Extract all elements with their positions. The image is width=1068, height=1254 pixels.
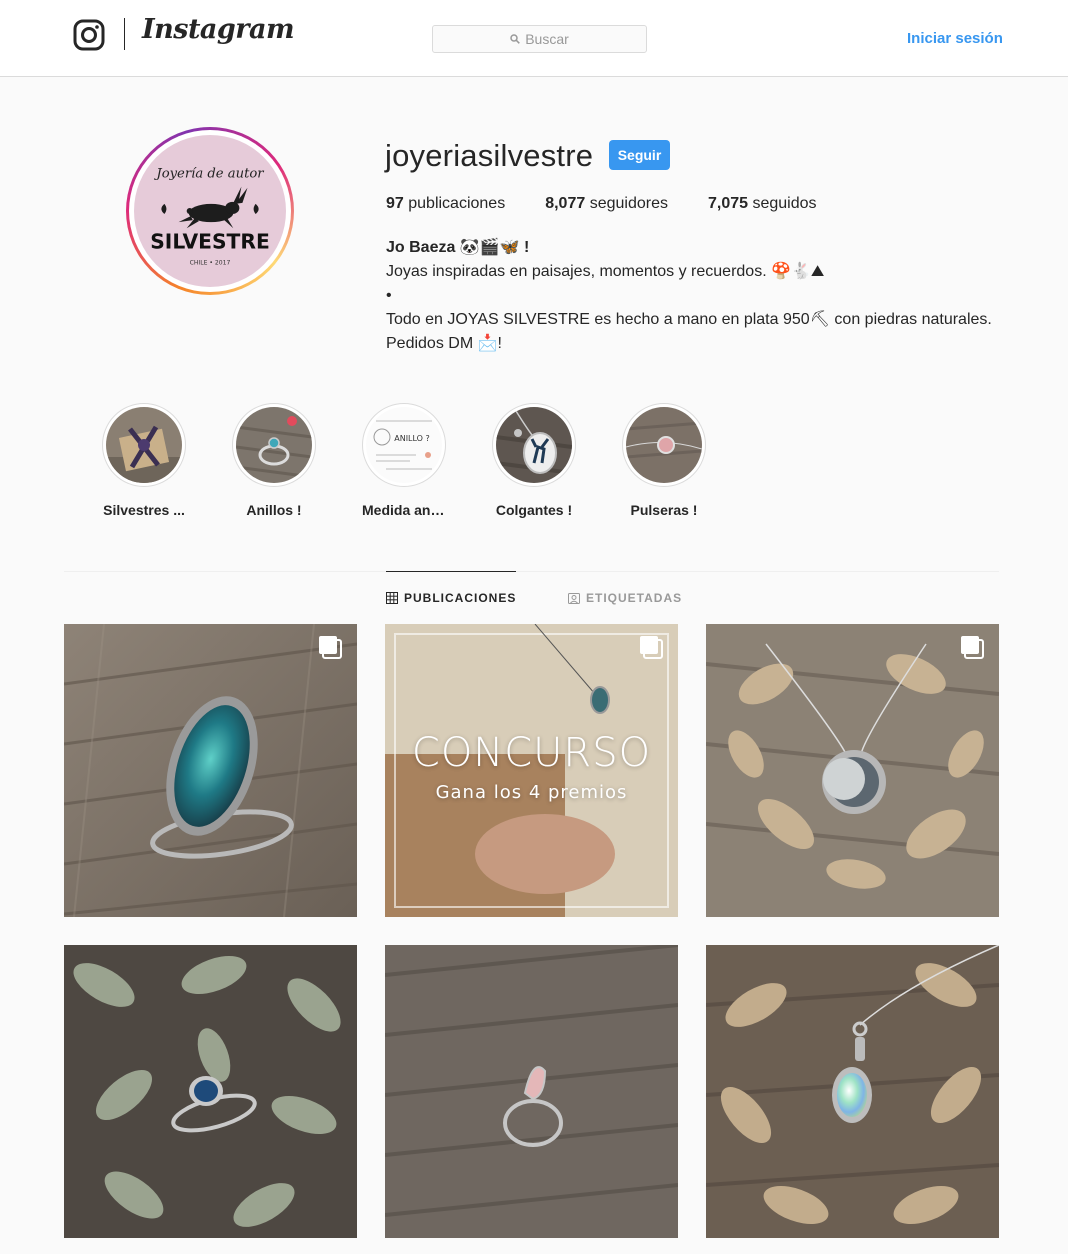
tagged-user-icon <box>568 592 580 604</box>
highlight-ring: ANILLO ? <box>362 403 446 487</box>
post-image <box>385 945 678 1238</box>
search-icon <box>510 34 521 44</box>
post-image <box>706 945 999 1238</box>
post-thumbnail[interactable]: CONCURSO Gana los 4 premios <box>385 624 678 917</box>
following-stat[interactable]: 7,075 seguidos <box>708 195 817 213</box>
bio-name: Jo Baeza 🐼🎬🦋 ! <box>386 239 530 256</box>
highlight-medida-heading: ANILLO ? <box>394 434 430 443</box>
tab-etiquetadas-label: ETIQUETADAS <box>586 590 683 605</box>
highlight-ring <box>492 403 576 487</box>
post-thumbnail[interactable] <box>385 945 678 1238</box>
search-placeholder: Buscar <box>525 31 569 47</box>
bio-line: • <box>386 287 392 304</box>
highlight-label: Medida anil... <box>362 502 446 518</box>
highlight-item[interactable]: Pulseras ! <box>622 403 706 518</box>
highlight-label: Pulseras ! <box>630 502 698 518</box>
highlight-ring <box>622 403 706 487</box>
instagram-logo-icon[interactable] <box>73 19 105 51</box>
followers-count: 8,077 <box>545 195 586 212</box>
post-thumbnail[interactable] <box>64 945 357 1238</box>
posts-count: 97 <box>386 195 404 212</box>
post-image <box>64 624 357 917</box>
bio-line: Joyas inspiradas en paisajes, momentos y… <box>386 263 825 280</box>
search-input[interactable]: Buscar <box>432 25 647 53</box>
profile-stats: 97 publicaciones 8,077 seguidores 7,075 … <box>386 195 817 213</box>
login-link[interactable]: Iniciar sesión <box>907 30 1003 47</box>
tab-publicaciones[interactable]: PUBLICACIONES <box>386 571 517 624</box>
avatar-border: Joyería de autor SILVESTRE CHILE • 2017 <box>129 130 291 292</box>
profile-avatar[interactable]: Joyería de autor SILVESTRE CHILE • 2017 <box>126 127 294 295</box>
avatar-image: Joyería de autor SILVESTRE CHILE • 2017 <box>134 135 286 287</box>
highlight-thumbnail <box>626 407 702 483</box>
nav-divider <box>124 18 125 50</box>
highlight-thumbnail <box>496 407 572 483</box>
profile-bio: Jo Baeza 🐼🎬🦋 ! Joyas inspiradas en paisa… <box>386 236 1006 356</box>
bio-line: Pedidos DM 📩! <box>386 335 502 352</box>
highlight-item[interactable]: Colgantes ! <box>492 403 576 518</box>
highlight-thumbnail <box>236 407 312 483</box>
posts-stat: 97 publicaciones <box>386 195 505 213</box>
highlight-item[interactable]: ANILLO ? Medida anil... <box>362 403 446 518</box>
highlight-label: Silvestres ... <box>103 502 185 518</box>
post-image <box>64 945 357 1238</box>
follow-button[interactable]: Seguir <box>609 140 670 170</box>
highlight-item[interactable]: Anillos ! <box>232 403 316 518</box>
post-thumbnail[interactable] <box>706 624 999 917</box>
avatar-script-text: Joyería de autor <box>153 167 264 182</box>
bio-line: Todo en JOYAS SILVESTRE es hecho a mano … <box>386 311 992 328</box>
following-count: 7,075 <box>707 195 749 212</box>
story-highlights: Silvestres ... Anillos ! ANILLO ? Medida… <box>102 403 706 518</box>
silvestre-logo: Joyería de autor SILVESTRE CHILE • 2017 <box>150 167 270 267</box>
tab-etiquetadas[interactable]: ETIQUETADAS <box>568 571 682 624</box>
post-image <box>706 624 999 917</box>
multiple-photos-icon <box>961 636 984 659</box>
highlight-label: Anillos ! <box>246 502 302 518</box>
posts-label: publicaciones <box>408 195 506 212</box>
post-overlay-title: CONCURSO <box>411 730 652 776</box>
avatar-brand-text: SILVESTRE <box>150 229 270 253</box>
highlight-ring <box>232 403 316 487</box>
highlight-ring <box>102 403 186 487</box>
followers-label: seguidores <box>589 195 668 212</box>
tab-publicaciones-label: PUBLICACIONES <box>404 591 517 605</box>
followers-stat[interactable]: 8,077 seguidores <box>545 195 668 213</box>
post-overlay-subtitle: Gana los 4 premios <box>435 782 628 803</box>
highlight-label: Colgantes ! <box>495 502 573 518</box>
top-nav: Instagram Buscar Iniciar sesión <box>0 0 1068 77</box>
grid-icon <box>386 592 398 604</box>
multiple-photos-icon <box>319 636 342 659</box>
profile-username: joyeriasilvestre <box>385 138 594 173</box>
tabs-divider <box>64 571 999 572</box>
avatar-footer-text: CHILE • 2017 <box>190 260 231 267</box>
highlight-item[interactable]: Silvestres ... <box>102 403 186 518</box>
multiple-photos-icon <box>640 636 663 659</box>
highlight-thumbnail <box>106 407 182 483</box>
post-thumbnail[interactable] <box>64 624 357 917</box>
posts-grid: CONCURSO Gana los 4 premios <box>64 624 999 1238</box>
instagram-wordmark[interactable]: Instagram <box>142 14 295 45</box>
post-thumbnail[interactable] <box>706 945 999 1238</box>
highlight-thumbnail: ANILLO ? <box>366 407 442 483</box>
following-label: seguidos <box>752 195 817 212</box>
